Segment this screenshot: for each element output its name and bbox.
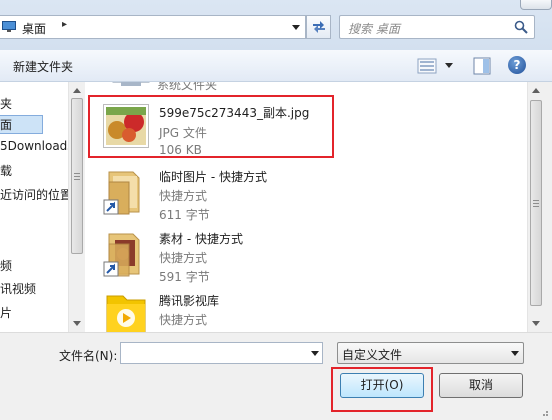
nav-item-videos[interactable]: 频 — [0, 257, 12, 274]
address-history-dropdown[interactable] — [287, 16, 305, 38]
file-size: 611 字节 — [159, 208, 210, 222]
nav-item-pictures[interactable]: 片 — [0, 304, 12, 321]
folder-shortcut-icon — [103, 233, 140, 277]
file-name[interactable]: 素材 - 快捷方式 — [159, 230, 243, 247]
file-list: 系统文件夹 599e75c273443_副本.jpg JPG 文件 106 KB… — [85, 82, 527, 332]
new-folder-button[interactable]: 新建文件夹 — [13, 58, 73, 75]
list-item[interactable]: 腾讯影视库 快捷方式 — [103, 290, 403, 332]
file-type-value[interactable]: 自定义文件 — [342, 346, 402, 363]
nav-item-folder[interactable]: 夹 — [0, 95, 12, 112]
partial-item-label: 系统文件夹 — [157, 82, 218, 92]
scroll-grip-icon — [533, 203, 539, 204]
help-icon[interactable]: ? — [508, 56, 526, 74]
nav-item-download[interactable]: 载 — [0, 162, 12, 179]
scroll-grip-icon — [74, 173, 80, 174]
address-location[interactable]: 桌面 — [22, 20, 46, 37]
nav-item-desktop-selected[interactable]: 面 — [0, 115, 44, 134]
file-size: 591 字节 — [159, 270, 210, 284]
view-grid-icon — [417, 58, 437, 74]
window-close-button[interactable] — [520, 0, 552, 10]
file-type-dropdown-arrow-icon[interactable] — [511, 351, 519, 356]
desktop-icon — [2, 21, 16, 32]
refresh-button[interactable] — [306, 15, 331, 39]
scroll-down-arrow-icon[interactable] — [532, 321, 540, 326]
command-toolbar: 新建文件夹 ? — [0, 50, 552, 82]
folder-shortcut-icon — [103, 171, 140, 215]
file-list-scroll-thumb[interactable] — [530, 100, 542, 306]
file-type: 快捷方式 — [159, 251, 208, 265]
open-button-highlight-box — [331, 367, 433, 412]
search-box[interactable]: 搜索 桌面 — [339, 15, 535, 39]
navigation-pane: 夹 面 5Downloads 载 近访问的位置 频 讯视频 片 — [0, 82, 68, 332]
scroll-up-arrow-icon[interactable] — [73, 88, 81, 93]
file-type-select[interactable]: 自定义文件 — [337, 342, 524, 364]
highlight-box — [88, 95, 334, 158]
preview-pane-icon[interactable] — [473, 57, 491, 75]
scroll-grip-icon — [533, 206, 539, 207]
breadcrumb-chevron-icon[interactable]: ▸ — [62, 19, 67, 30]
file-list-scrollbar[interactable] — [527, 82, 544, 332]
tencent-video-folder-icon — [106, 295, 146, 332]
search-placeholder[interactable]: 搜索 桌面 — [348, 20, 400, 37]
view-dropdown-arrow-icon[interactable] — [445, 63, 453, 68]
list-item[interactable]: 素材 - 快捷方式 快捷方式 591 字节 — [103, 230, 403, 294]
filename-label: 文件名(N): — [59, 349, 118, 363]
scroll-grip-icon — [74, 176, 80, 177]
nav-item-recent-places[interactable]: 近访问的位置 — [0, 186, 68, 203]
navigation-scrollbar[interactable] — [68, 82, 85, 332]
scroll-grip-icon — [533, 200, 539, 201]
filename-input[interactable] — [120, 342, 323, 364]
nav-item-tencent-video[interactable]: 讯视频 — [0, 280, 36, 297]
scroll-grip-icon — [74, 179, 80, 180]
address-bar[interactable]: 桌面 ▸ — [0, 15, 306, 39]
file-type: 快捷方式 — [159, 313, 208, 327]
resize-grip-icon[interactable] — [539, 407, 549, 417]
cancel-button[interactable]: 取消 — [439, 373, 523, 398]
nav-item-downloads[interactable]: 5Downloads — [0, 139, 68, 153]
list-item[interactable]: 临时图片 - 快捷方式 快捷方式 611 字节 — [103, 168, 403, 232]
refresh-arrows-icon — [313, 21, 325, 33]
change-view-button[interactable] — [417, 58, 457, 74]
file-type: 快捷方式 — [159, 189, 208, 203]
scroll-down-arrow-icon[interactable] — [73, 321, 81, 326]
navigation-scroll-thumb[interactable] — [71, 98, 83, 254]
file-name[interactable]: 临时图片 - 快捷方式 — [159, 168, 267, 185]
search-icon[interactable] — [514, 20, 528, 34]
filename-dropdown-arrow-icon[interactable] — [311, 351, 319, 356]
file-name[interactable]: 腾讯影视库 — [159, 292, 219, 309]
scroll-up-arrow-icon[interactable] — [532, 88, 540, 93]
computer-icon — [112, 82, 150, 86]
